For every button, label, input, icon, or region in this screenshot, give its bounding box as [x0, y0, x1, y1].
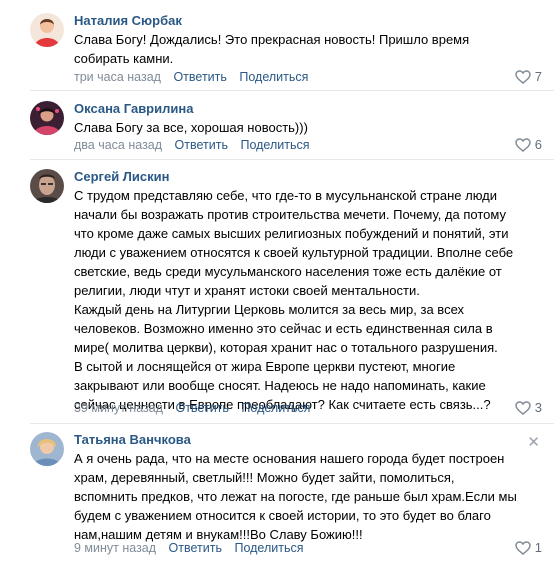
like-count: 1: [534, 540, 542, 555]
avatar[interactable]: [30, 101, 64, 135]
like-count: 7: [534, 69, 542, 84]
share-button[interactable]: Поделиться: [240, 138, 309, 152]
reply-button[interactable]: Ответить: [175, 401, 228, 415]
share-button[interactable]: Поделиться: [234, 541, 303, 555]
comment-time[interactable]: 39 минут назад: [74, 401, 163, 415]
comment-time[interactable]: 9 минут назад: [74, 541, 156, 555]
comment-text: Слава Богу! Дождались! Это прекрасная но…: [74, 32, 470, 66]
heart-icon: [515, 401, 531, 415]
comment-time[interactable]: три часа назад: [74, 70, 161, 84]
avatar[interactable]: [30, 432, 64, 466]
reply-button[interactable]: Ответить: [175, 138, 228, 152]
divider: [30, 423, 554, 424]
heart-icon: [515, 70, 531, 84]
comment-author[interactable]: Татьяна Ванчкова: [74, 432, 191, 448]
like-button[interactable]: 6: [515, 137, 542, 153]
close-icon[interactable]: ✕: [527, 435, 540, 450]
comment-text: С трудом представляю себе, что где-то в …: [74, 188, 514, 412]
reply-button[interactable]: Ответить: [173, 70, 226, 84]
comment-text: Слава Богу за все, хорошая новость))): [74, 120, 308, 135]
comment-meta: два часа назад Ответить Поделиться: [74, 137, 310, 153]
divider: [30, 90, 554, 91]
comment-text: А я очень рада, что на месте основания н…: [74, 451, 517, 542]
like-button[interactable]: 3: [515, 400, 542, 416]
comment-meta: 39 минут назад Ответить Поделиться: [74, 400, 310, 416]
like-count: 3: [534, 400, 542, 415]
comment-author[interactable]: Наталия Сюрбак: [74, 13, 182, 29]
share-button[interactable]: Поделиться: [239, 70, 308, 84]
comment-meta: три часа назад Ответить Поделиться: [74, 69, 308, 85]
reply-button[interactable]: Ответить: [169, 541, 222, 555]
like-button[interactable]: 7: [515, 69, 542, 85]
share-button[interactable]: Поделиться: [241, 401, 310, 415]
heart-icon: [515, 541, 531, 555]
comment-author[interactable]: Оксана Гаврилина: [74, 101, 193, 117]
like-count: 6: [534, 137, 542, 152]
like-button[interactable]: 1: [515, 540, 542, 556]
comment-author[interactable]: Сергей Лискин: [74, 169, 170, 185]
divider: [30, 159, 554, 160]
comment-time[interactable]: два часа назад: [74, 138, 162, 152]
heart-icon: [515, 138, 531, 152]
avatar[interactable]: [30, 169, 64, 203]
avatar[interactable]: [30, 13, 64, 47]
comment-meta: 9 минут назад Ответить Поделиться: [74, 540, 303, 556]
